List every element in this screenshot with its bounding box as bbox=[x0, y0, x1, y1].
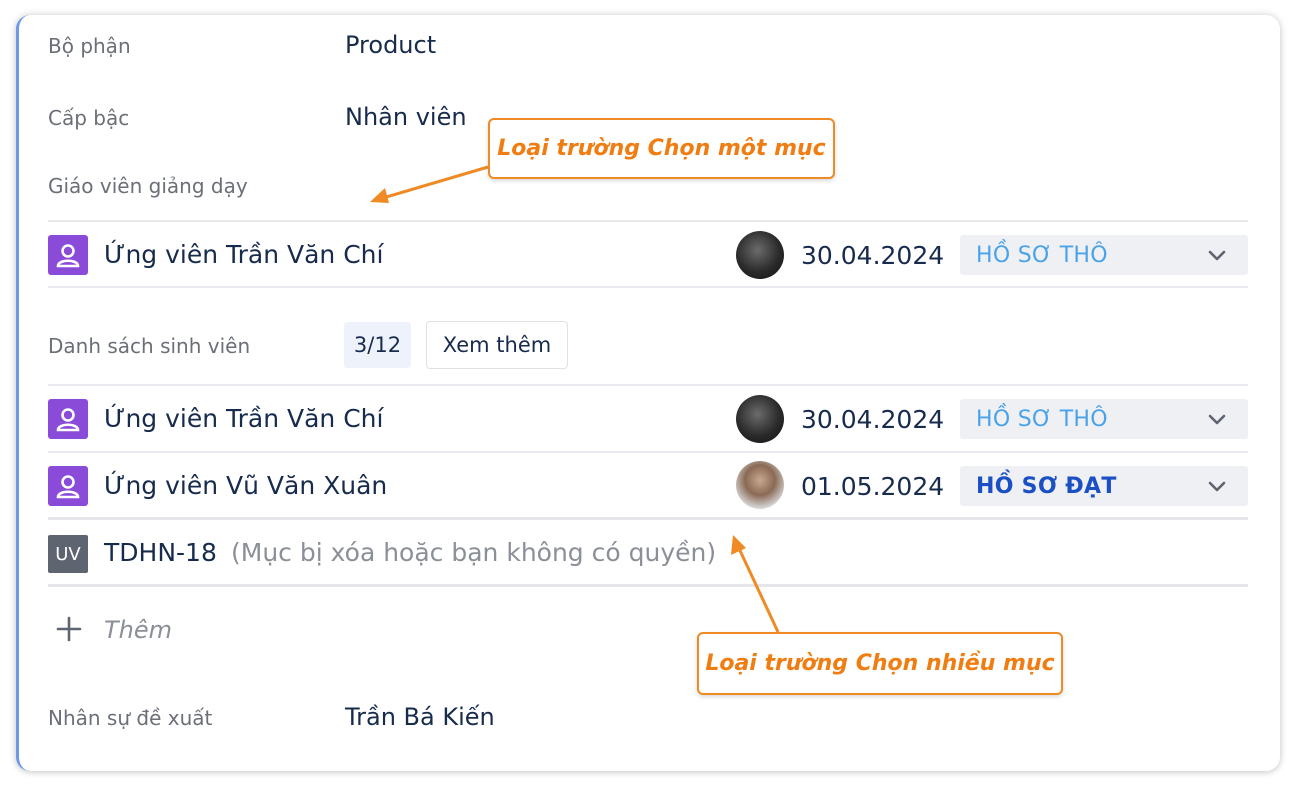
arrow-icon bbox=[731, 535, 780, 633]
arrow-icon bbox=[370, 165, 489, 203]
callout-single-select: Loại trường Chọn một mục bbox=[488, 118, 835, 179]
callout-multi-select: Loại trường Chọn nhiều mục bbox=[697, 632, 1063, 695]
